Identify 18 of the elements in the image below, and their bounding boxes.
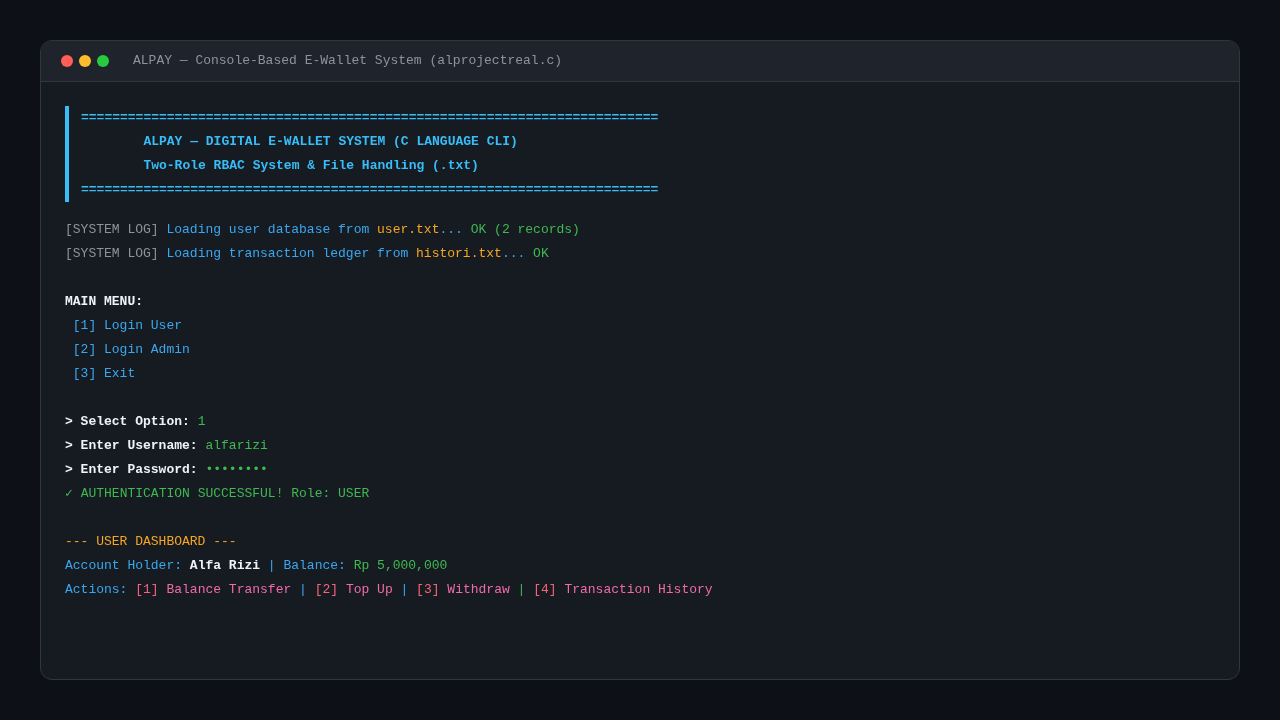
banner-title: Two-Role RBAC System & File Handling (.txt) — [142, 158, 479, 173]
console-line: MAIN MENU: — [65, 294, 143, 309]
console-line: Actions: [1] Balance Transfer | [2] Top Up | [3] Withdraw | [4] Transaction History — [65, 582, 713, 597]
banner-title: ALPAY — DIGITAL E-WALLET SYSTEM (C LANGUAGE CLI) — [142, 134, 518, 149]
console-line: --- USER DASHBOARD --- — [65, 534, 237, 549]
console-line: [3] Exit — [71, 366, 136, 381]
window-title: ALPAY — Console-Based E-Wallet System (alprojectreal.c) — [133, 52, 563, 71]
console-line: [1] Login User — [71, 318, 183, 333]
console-line: > Enter Username: alfarizi — [65, 438, 268, 453]
console-line: Account Holder: Alfa Rizi | Balance: Rp 5,000,000 — [65, 558, 448, 573]
divider-text: ========================================================================== — [81, 182, 659, 197]
console-line: [SYSTEM LOG] Loading transaction ledger from histori.txt... OK — [65, 246, 549, 261]
divider-text: ========================================================================== — [81, 110, 659, 125]
console-line: ✓ AUTHENTICATION SUCCESSFUL! Role: USER — [65, 486, 370, 501]
console-line: [SYSTEM LOG] Loading user database from user.txt... OK (2 records) — [65, 222, 580, 237]
console-line: > Select Option: 1 — [65, 414, 206, 429]
console-line: [2] Login Admin — [71, 342, 190, 357]
console-line: > Enter Password: •••••••• — [65, 462, 268, 477]
